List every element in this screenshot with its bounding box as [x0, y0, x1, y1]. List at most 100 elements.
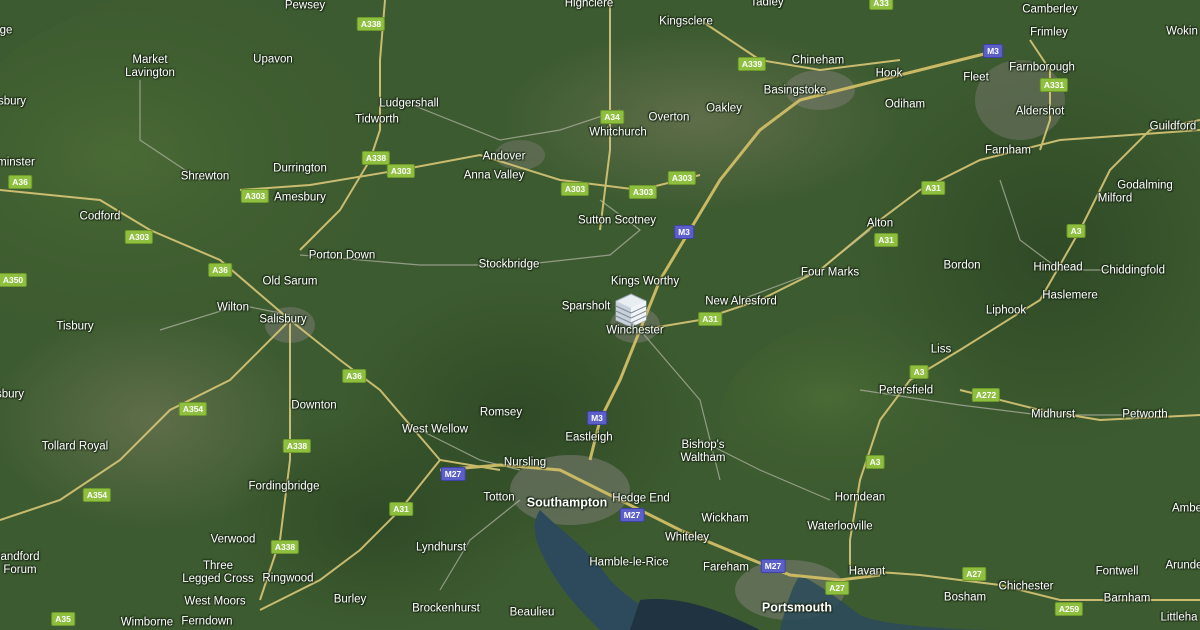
place-label-woking[interactable]: Wokin [1166, 26, 1198, 39]
place-label-stockbridge[interactable]: Stockbridge [479, 259, 540, 272]
place-label-sparsholt[interactable]: Sparsholt [562, 301, 611, 314]
place-label-bishops-waltham[interactable]: Bishop's Waltham [681, 439, 726, 465]
place-label-tisbury[interactable]: Tisbury [56, 321, 93, 334]
place-label-milford[interactable]: Milford [1098, 193, 1133, 206]
place-label-wilton[interactable]: Wilton [217, 302, 249, 315]
place-label-old-sarum[interactable]: Old Sarum [263, 276, 318, 289]
place-label-horndean[interactable]: Horndean [835, 492, 886, 505]
place-label-chineham[interactable]: Chineham [792, 55, 844, 68]
place-label-porton-down[interactable]: Porton Down [309, 250, 375, 263]
place-label-highclere[interactable]: Highclere [565, 0, 614, 11]
place-label-verwood[interactable]: Verwood [211, 534, 256, 547]
place-label-tadley[interactable]: Tadley [750, 0, 783, 10]
place-label-hook[interactable]: Hook [876, 68, 903, 81]
place-label-totton[interactable]: Totton [483, 492, 514, 505]
place-label-edge-sbury-2[interactable]: sbury [0, 389, 24, 402]
place-label-frimley[interactable]: Frimley [1030, 27, 1068, 40]
place-label-chiddingfold[interactable]: Chiddingfold [1101, 265, 1165, 278]
place-label-tidworth[interactable]: Tidworth [355, 114, 399, 127]
place-label-anna-valley[interactable]: Anna Valley [464, 170, 525, 183]
satellite-map[interactable]: Pewsey Highclere Tadley Kingsclere Cambe… [0, 0, 1200, 630]
place-label-haslemere[interactable]: Haslemere [1042, 290, 1098, 303]
place-label-edge-andford[interactable]: andford Forum [0, 551, 39, 577]
place-label-lyndhurst[interactable]: Lyndhurst [416, 542, 466, 555]
place-label-barnham[interactable]: Barnham [1104, 593, 1151, 606]
place-label-bosham[interactable]: Bosham [944, 592, 986, 605]
road-shield-a27: A27 [825, 581, 849, 595]
place-label-aldershot[interactable]: Aldershot [1016, 106, 1065, 119]
place-label-edge-ge[interactable]: ge [0, 25, 12, 38]
place-label-bordon[interactable]: Bordon [943, 260, 980, 273]
place-label-whitchurch[interactable]: Whitchurch [589, 127, 647, 140]
place-label-hedge-end[interactable]: Hedge End [612, 493, 670, 506]
place-label-portsmouth[interactable]: Portsmouth [762, 601, 832, 615]
place-label-ludgershall[interactable]: Ludgershall [379, 98, 438, 111]
place-label-farnborough[interactable]: Farnborough [1009, 62, 1075, 75]
place-label-west-wellow[interactable]: West Wellow [402, 424, 468, 437]
place-label-andover[interactable]: Andover [483, 151, 526, 164]
place-label-romsey[interactable]: Romsey [480, 407, 522, 420]
place-label-fleet[interactable]: Fleet [963, 72, 989, 85]
place-label-upavon[interactable]: Upavon [253, 54, 293, 67]
building-marker-icon[interactable] [614, 292, 648, 328]
place-label-market-lavington[interactable]: Market Lavington [125, 54, 175, 80]
road-shield-a259: A259 [1054, 602, 1084, 616]
place-label-edge-minster[interactable]: minster [0, 157, 35, 170]
place-label-kingsclere[interactable]: Kingsclere [659, 16, 713, 29]
place-label-sutton-scotney[interactable]: Sutton Scotney [578, 215, 656, 228]
place-label-edge-ambe[interactable]: Ambe [1172, 503, 1200, 516]
place-label-petersfield[interactable]: Petersfield [879, 385, 933, 398]
place-label-fareham[interactable]: Fareham [703, 562, 749, 575]
place-label-whiteley[interactable]: Whiteley [665, 532, 709, 545]
place-label-amesbury[interactable]: Amesbury [274, 192, 326, 205]
place-label-ringwood[interactable]: Ringwood [262, 573, 313, 586]
place-label-southampton[interactable]: Southampton [527, 496, 608, 510]
place-label-fontwell[interactable]: Fontwell [1096, 566, 1139, 579]
place-label-basingstoke[interactable]: Basingstoke [764, 85, 827, 98]
place-label-havant[interactable]: Havant [849, 566, 885, 579]
place-label-west-moors[interactable]: West Moors [184, 596, 245, 609]
place-label-ferndown[interactable]: Ferndown [181, 616, 232, 629]
place-label-salisbury[interactable]: Salisbury [259, 314, 306, 327]
place-label-overton[interactable]: Overton [649, 112, 690, 125]
place-label-tollard-royal[interactable]: Tollard Royal [42, 441, 108, 454]
place-label-hamble-le-rice[interactable]: Hamble-le-Rice [589, 557, 668, 570]
place-label-eastleigh[interactable]: Eastleigh [565, 432, 612, 445]
place-label-brockenhurst[interactable]: Brockenhurst [412, 603, 480, 616]
place-label-edge-sbury[interactable]: sbury [0, 96, 26, 109]
place-label-guildford[interactable]: Guildford [1150, 121, 1197, 134]
road-shield-a303: A303 [667, 171, 697, 185]
place-label-four-marks[interactable]: Four Marks [801, 267, 859, 280]
place-label-camberley[interactable]: Camberley [1022, 4, 1078, 17]
place-label-three-legged-cross[interactable]: Three Legged Cross [182, 560, 254, 586]
place-label-wimborne[interactable]: Wimborne [121, 617, 173, 630]
place-label-burley[interactable]: Burley [334, 594, 367, 607]
place-label-liphook[interactable]: Liphook [986, 305, 1026, 318]
place-label-hindhead[interactable]: Hindhead [1033, 262, 1082, 275]
place-label-odiham[interactable]: Odiham [885, 99, 925, 112]
place-label-kings-worthy[interactable]: Kings Worthy [611, 276, 679, 289]
place-label-edge-littleha[interactable]: Littleha [1160, 612, 1197, 625]
place-label-liss[interactable]: Liss [931, 344, 951, 357]
place-label-chichester[interactable]: Chichester [999, 581, 1054, 594]
place-label-pewsey[interactable]: Pewsey [285, 0, 325, 13]
place-label-wickham[interactable]: Wickham [701, 513, 748, 526]
place-label-edge-arunde[interactable]: Arunde [1165, 560, 1200, 573]
place-label-waterlooville[interactable]: Waterlooville [807, 521, 872, 534]
place-label-codford[interactable]: Codford [80, 211, 121, 224]
place-label-beaulieu[interactable]: Beaulieu [510, 607, 555, 620]
place-label-winchester[interactable]: Winchester [606, 325, 664, 338]
place-label-farnham[interactable]: Farnham [985, 145, 1031, 158]
place-label-shrewton[interactable]: Shrewton [181, 171, 230, 184]
place-label-alton[interactable]: Alton [867, 218, 893, 231]
place-label-fordingbridge[interactable]: Fordingbridge [249, 481, 320, 494]
place-label-oakley[interactable]: Oakley [706, 103, 742, 116]
place-label-midhurst[interactable]: Midhurst [1031, 409, 1075, 422]
place-label-nursling[interactable]: Nursling [504, 457, 546, 470]
place-label-downton[interactable]: Downton [291, 400, 336, 413]
place-label-petworth[interactable]: Petworth [1122, 409, 1167, 422]
place-label-godalming[interactable]: Godalming [1117, 180, 1173, 193]
place-label-durrington[interactable]: Durrington [273, 163, 327, 176]
place-label-new-alresford[interactable]: New Alresford [705, 296, 777, 309]
road-shield-m3: M3 [674, 225, 694, 239]
